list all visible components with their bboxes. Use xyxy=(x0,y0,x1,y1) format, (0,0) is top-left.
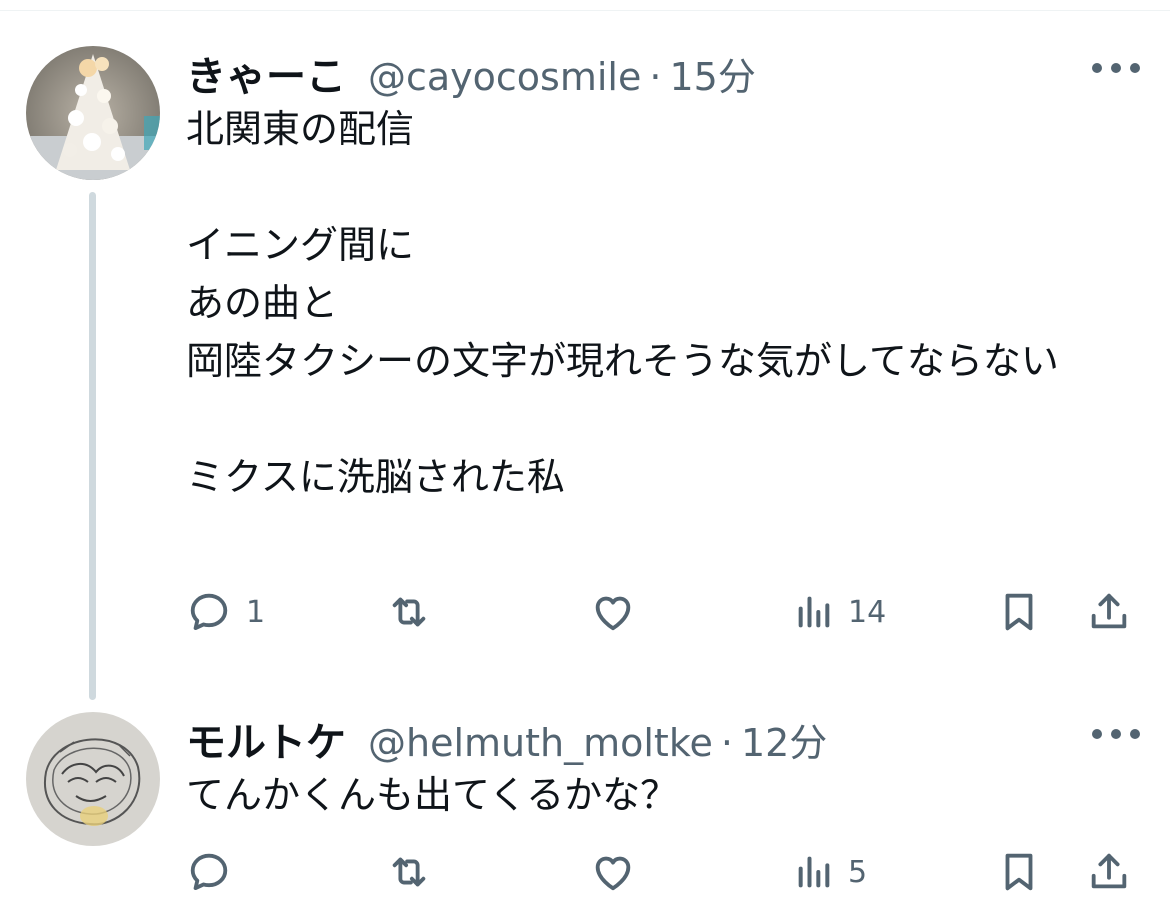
like-button[interactable] xyxy=(590,584,650,640)
user-handle[interactable]: @helmuth_moltke xyxy=(368,721,713,765)
timestamp[interactable]: 12分 xyxy=(741,712,827,767)
share-button[interactable] xyxy=(1086,844,1132,900)
reply-count: 1 xyxy=(246,594,266,630)
tweet-header: きゃーこ @cayocosmile · 15分 xyxy=(186,44,1140,100)
display-name[interactable]: モルトケ xyxy=(186,710,346,768)
views-count: 14 xyxy=(848,594,887,630)
separator-dot: · xyxy=(720,721,733,765)
thread-line xyxy=(89,192,96,700)
reply-button[interactable] xyxy=(186,844,246,900)
sketch-drawing-avatar-image xyxy=(26,712,160,846)
avatar[interactable] xyxy=(26,46,160,180)
reply-icon xyxy=(190,853,228,891)
like-icon xyxy=(595,596,631,631)
separator-dot: · xyxy=(649,55,662,99)
retweet-button[interactable] xyxy=(386,844,446,900)
timestamp[interactable]: 15分 xyxy=(669,46,755,101)
views-icon xyxy=(798,856,830,888)
like-icon xyxy=(595,856,631,891)
cake-photo-avatar-image xyxy=(26,46,160,180)
tweet-header: モルトケ @helmuth_moltke · 12分 xyxy=(186,710,1140,766)
views-button[interactable]: 14 xyxy=(794,584,886,640)
avatar[interactable] xyxy=(26,712,160,846)
display-name[interactable]: きゃーこ xyxy=(186,44,346,102)
bookmark-button[interactable] xyxy=(996,584,1042,640)
share-icon xyxy=(1091,853,1127,889)
bookmark-icon xyxy=(1005,593,1033,631)
reply-icon xyxy=(190,593,228,631)
views-icon xyxy=(798,596,830,628)
more-icon[interactable] xyxy=(1092,56,1140,80)
tweet-text: てんかくんも出てくるかな？ xyxy=(186,773,679,817)
bookmark-icon xyxy=(1005,853,1033,891)
views-button[interactable]: 5 xyxy=(794,844,867,900)
action-bar: 1 14 xyxy=(186,584,1146,640)
like-button[interactable] xyxy=(590,844,650,900)
views-count: 5 xyxy=(848,854,868,890)
more-icon[interactable] xyxy=(1092,722,1140,746)
tweet-text: 北関東の配信 イニング間に あの曲と 岡陸タクシーの文字が現れそうな気がしてなら… xyxy=(186,107,1059,499)
action-bar: 5 xyxy=(186,844,1146,900)
tweet[interactable]: きゃーこ @cayocosmile · 15分 北関東の配信 イニング間に あの… xyxy=(0,0,1170,700)
tweet[interactable]: モルトケ @helmuth_moltke · 12分 てんかくんも出てくるかな？ xyxy=(0,690,1170,923)
user-handle[interactable]: @cayocosmile xyxy=(368,55,641,99)
bookmark-button[interactable] xyxy=(996,844,1042,900)
retweet-button[interactable] xyxy=(386,584,446,640)
retweet-icon xyxy=(392,597,426,627)
share-icon xyxy=(1091,593,1127,629)
share-button[interactable] xyxy=(1086,584,1132,640)
reply-button[interactable]: 1 xyxy=(186,584,265,640)
retweet-icon xyxy=(392,857,426,887)
